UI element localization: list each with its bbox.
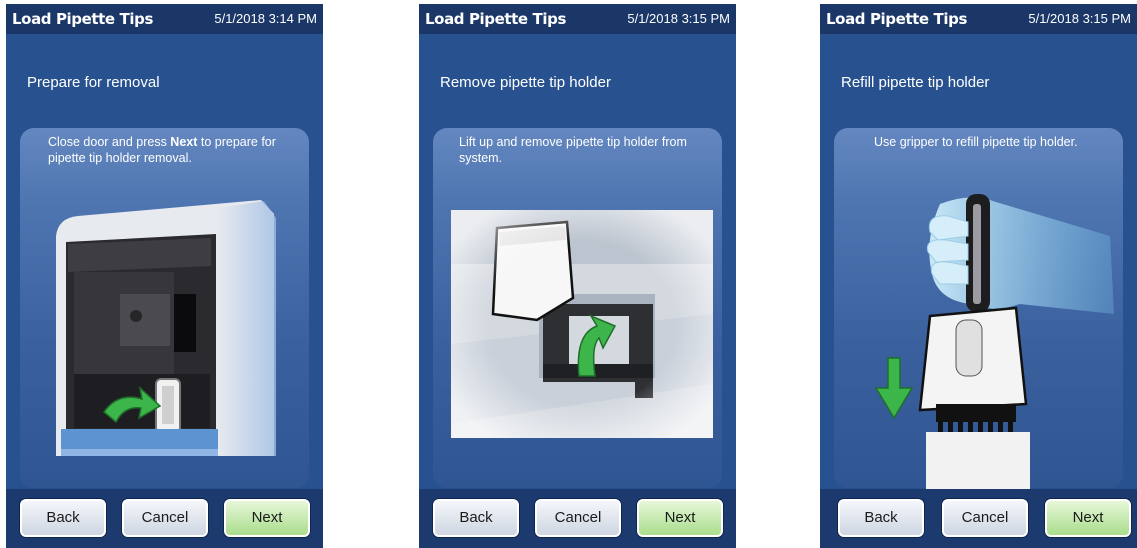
cancel-button[interactable]: Cancel	[535, 499, 621, 537]
back-button[interactable]: Back	[838, 499, 924, 537]
screen-refill-tip-holder: Load Pipette Tips 5/1/2018 3:15 PM Refil…	[820, 4, 1137, 548]
screen-remove-tip-holder: Load Pipette Tips 5/1/2018 3:15 PM Remov…	[419, 4, 736, 548]
tip-holder-removal-illustration	[451, 210, 713, 438]
screen-prepare-for-removal: Load Pipette Tips 5/1/2018 3:14 PM Prepa…	[6, 4, 323, 548]
back-button[interactable]: Back	[433, 499, 519, 537]
next-button[interactable]: Next	[1045, 499, 1131, 537]
cancel-button[interactable]: Cancel	[122, 499, 208, 537]
back-button[interactable]: Back	[20, 499, 106, 537]
gripper-refill-illustration	[874, 194, 1114, 502]
cancel-button[interactable]: Cancel	[942, 499, 1028, 537]
next-button[interactable]: Next	[637, 499, 723, 537]
next-button[interactable]: Next	[224, 499, 310, 537]
instrument-door-illustration	[56, 200, 276, 456]
